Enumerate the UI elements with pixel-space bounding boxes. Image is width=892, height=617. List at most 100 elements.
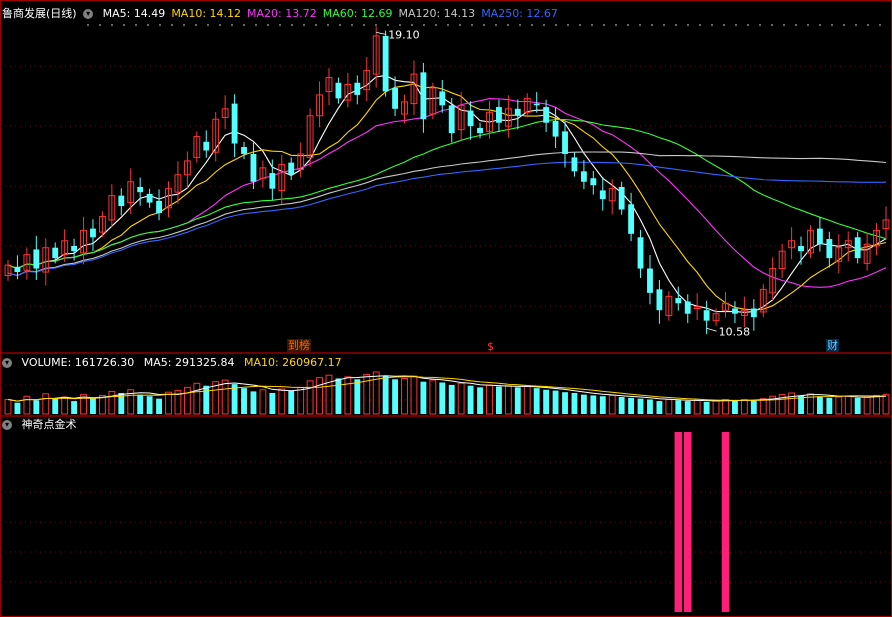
volume-bar xyxy=(495,386,502,414)
top-dot xyxy=(663,24,665,26)
top-dot xyxy=(279,24,281,26)
top-dot xyxy=(327,24,329,26)
candle-body xyxy=(137,186,144,193)
candle-body xyxy=(269,173,276,189)
candle-body xyxy=(71,245,78,252)
top-dot xyxy=(207,24,209,26)
top-dot xyxy=(675,24,677,26)
top-dot xyxy=(183,24,185,26)
volume-bar xyxy=(599,396,606,414)
candle-body xyxy=(618,186,625,210)
candle-body xyxy=(118,195,125,207)
volume-bar xyxy=(533,388,540,414)
top-dot xyxy=(855,24,857,26)
candle-body xyxy=(703,310,710,321)
event-marker-1[interactable]: 到榜 xyxy=(287,339,311,352)
candle-body xyxy=(156,200,162,213)
menu-circle-icon[interactable]: ▾ xyxy=(83,9,94,19)
volume-bar xyxy=(146,396,153,414)
candle-body xyxy=(146,193,153,203)
top-dot xyxy=(543,24,545,26)
top-dot xyxy=(771,24,773,26)
candle-body xyxy=(533,103,540,106)
candle-body xyxy=(590,178,597,186)
ma-line-70 xyxy=(7,151,887,277)
volume-bar xyxy=(335,378,342,414)
volume-bar xyxy=(23,395,31,415)
ma-legend-item: MA20: 13.72 xyxy=(247,7,317,20)
volume-bar xyxy=(712,400,720,415)
volume-bar xyxy=(759,398,767,415)
signal-bar xyxy=(721,432,730,612)
volume-bar xyxy=(740,398,748,415)
top-dot xyxy=(651,24,653,26)
low-leader xyxy=(706,327,717,332)
event-marker-2[interactable]: $ xyxy=(486,340,495,353)
top-dot xyxy=(387,24,389,26)
volume-bar xyxy=(410,375,418,415)
menu-circle-icon[interactable]: ▾ xyxy=(2,420,12,430)
signal-bar xyxy=(683,432,692,612)
top-dot xyxy=(243,24,245,26)
top-dot xyxy=(363,24,365,26)
volume-bar xyxy=(656,401,663,414)
candle-body xyxy=(562,131,568,154)
volume-bar xyxy=(467,385,474,414)
volume-bar xyxy=(543,389,550,414)
top-dot xyxy=(99,24,101,26)
volume-bar xyxy=(203,385,210,414)
top-dot xyxy=(171,24,173,26)
volume-bar xyxy=(420,381,427,414)
top-dot xyxy=(255,24,257,26)
volume-bar xyxy=(750,400,757,414)
high-label: 19.10 xyxy=(388,28,420,41)
top-dot xyxy=(447,24,449,26)
volume-bar xyxy=(628,397,635,414)
volume-bar xyxy=(816,396,823,414)
top-dot xyxy=(639,24,641,26)
volume-bar xyxy=(448,384,455,414)
menu-circle-icon[interactable]: ▾ xyxy=(2,358,12,368)
top-dot xyxy=(603,24,605,26)
volume-bar xyxy=(297,386,305,415)
volume-bar xyxy=(665,398,673,415)
top-dot xyxy=(831,24,833,26)
candle-body xyxy=(448,105,455,134)
top-dot xyxy=(351,24,353,26)
price-legend: 鲁商发展(日线) ▾ MA5: 14.49 MA10: 14.12 MA20: 13… xyxy=(2,7,564,21)
volume-legend: ▾ VOLUME: 161726.30 MA5: 291325.84 MA10:… xyxy=(2,356,348,370)
volume-bar xyxy=(269,393,276,414)
volume-bar xyxy=(259,389,267,415)
top-dot xyxy=(435,24,437,26)
volume-bar xyxy=(486,384,493,415)
low-label: 10.58 xyxy=(719,325,751,338)
event-marker-3[interactable]: 财 xyxy=(826,339,839,352)
volume-bar xyxy=(183,386,191,415)
candle-body xyxy=(798,245,804,252)
top-dot xyxy=(567,24,569,26)
volume-ma10: MA10: 260967.17 xyxy=(243,356,342,369)
volume-ma5: MA5: 291325.84 xyxy=(143,356,235,369)
top-dot xyxy=(231,24,233,26)
candle-body xyxy=(420,72,427,120)
top-dot xyxy=(375,24,377,26)
volume-bar xyxy=(882,394,890,415)
volume-bar xyxy=(637,398,644,414)
volume-bar xyxy=(722,398,729,415)
volume-bar xyxy=(590,395,597,414)
top-dot xyxy=(519,24,521,26)
candle-body xyxy=(288,162,295,175)
volume-bar xyxy=(156,398,162,414)
top-dot xyxy=(147,24,149,26)
volume-bar xyxy=(344,376,352,415)
top-dot xyxy=(111,24,113,26)
top-dot xyxy=(711,24,713,26)
candle-body xyxy=(382,35,389,92)
candle-body xyxy=(628,204,635,234)
volume-title: VOLUME: 161726.30 xyxy=(21,356,135,369)
volume-bar xyxy=(580,394,587,414)
volume-bar xyxy=(372,371,380,415)
candle-body xyxy=(467,110,474,127)
top-dot xyxy=(315,24,317,26)
top-dot xyxy=(219,24,221,26)
